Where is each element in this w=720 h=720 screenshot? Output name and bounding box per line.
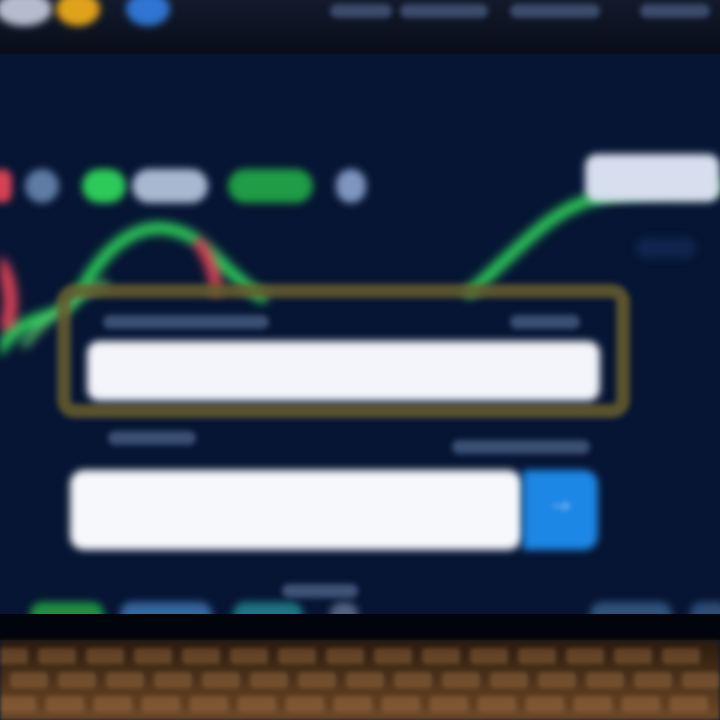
exchange-logo	[56, 0, 100, 26]
center-status-marker	[282, 584, 358, 598]
legend-settings-icon[interactable]	[336, 169, 366, 203]
legend-neutral	[25, 169, 59, 203]
legend-positive	[82, 169, 126, 203]
top-toolbar	[0, 0, 720, 54]
amount-label	[108, 431, 196, 445]
legend-price	[132, 169, 208, 203]
tab-account[interactable]	[640, 4, 710, 18]
balance-label	[452, 440, 590, 454]
market-status-badge	[636, 238, 696, 258]
legend-negative	[0, 169, 12, 203]
main-trading-panel: →	[0, 54, 720, 627]
keyboard-row	[0, 696, 720, 712]
trading-screen: →	[0, 0, 720, 720]
chart-red-segment	[0, 257, 18, 331]
app-logo	[0, 0, 52, 26]
legend-change	[228, 169, 313, 203]
keyboard-row	[10, 672, 720, 688]
tab-orders[interactable]	[510, 4, 600, 18]
wallet-logo	[126, 0, 170, 26]
chart-legend	[0, 169, 390, 209]
keyboard-row	[0, 648, 720, 664]
symbol-label	[103, 315, 269, 329]
symbol-value	[115, 358, 535, 382]
laptop-keyboard	[0, 640, 720, 720]
amount-placeholder	[103, 494, 303, 524]
screen-bezel	[0, 614, 720, 640]
tab-trade[interactable]	[400, 4, 488, 18]
symbol-meta-label	[510, 315, 580, 329]
tab-markets[interactable]	[330, 4, 392, 18]
arrow-right-icon: →	[551, 494, 571, 519]
current-price-badge	[585, 154, 720, 202]
